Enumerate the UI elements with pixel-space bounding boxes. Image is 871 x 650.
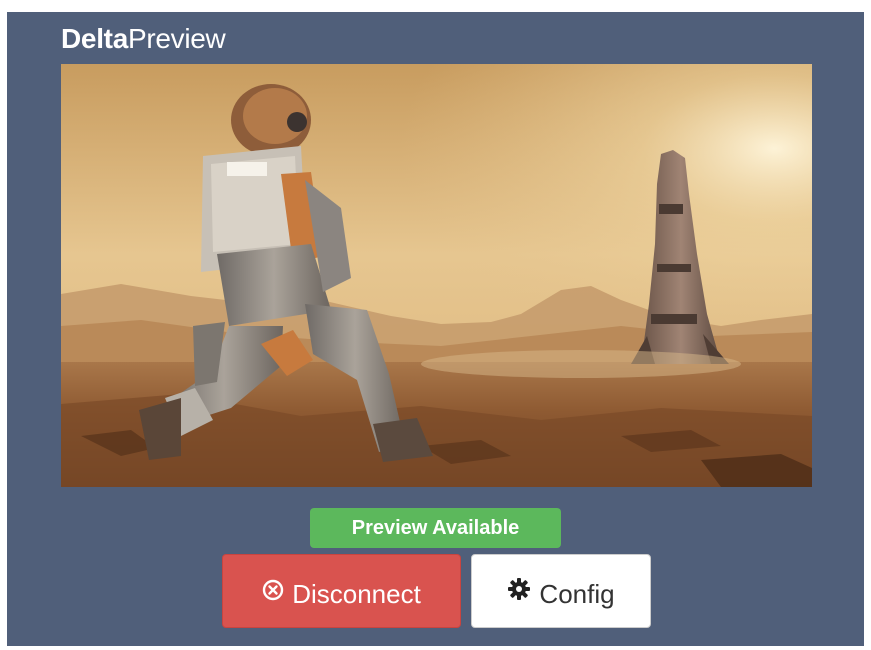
preview-scene [61,64,812,487]
gear-icon [507,555,531,629]
app-title-light: Preview [127,23,226,54]
disconnect-button[interactable]: Disconnect [222,554,461,628]
disconnect-button-label: Disconnect [292,579,421,610]
app-title: DeltaPreview [61,22,226,56]
config-button[interactable]: Config [471,554,651,628]
config-button-label: Config [539,579,615,610]
app-title-bold: Delta [61,23,128,54]
status-badge: Preview Available [310,508,561,548]
close-circle-icon [262,555,284,629]
preview-image [61,64,812,487]
preview-panel: DeltaPreview Preview Available Disconnec… [7,12,864,646]
